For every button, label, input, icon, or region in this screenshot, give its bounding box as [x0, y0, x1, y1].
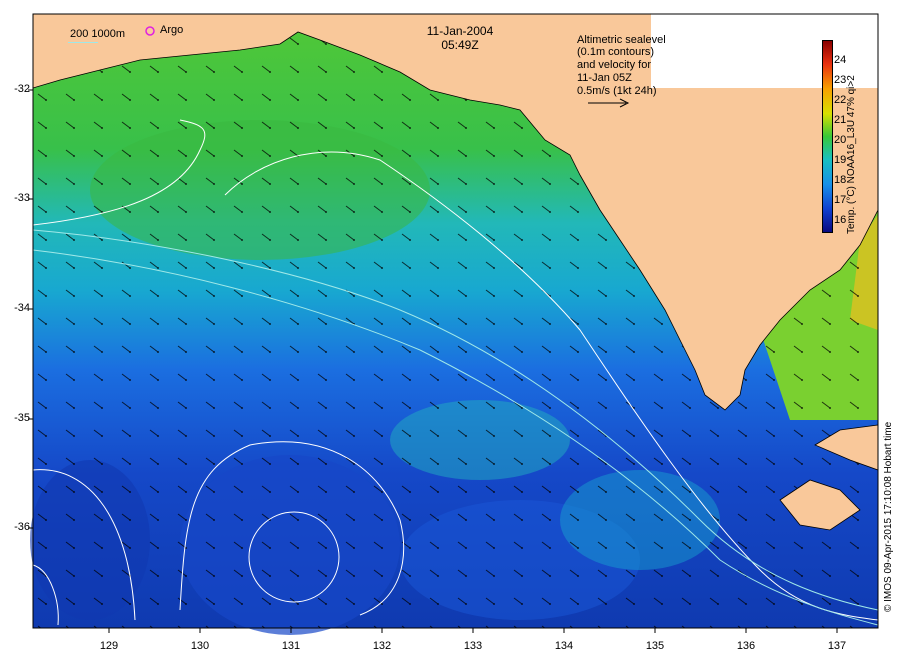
lon-label: 134: [554, 640, 574, 652]
lat-label: -33: [14, 192, 30, 204]
depth-legend-label: 200 1000m: [70, 28, 126, 40]
colorbar-tick: 22: [834, 94, 847, 106]
colorbar-tick: 23: [834, 74, 847, 86]
altimetry-note-4: 11-Jan 05Z: [577, 72, 632, 84]
lon-label: 137: [827, 640, 847, 652]
colorbar-tick: 24: [834, 54, 847, 66]
lat-label: -32: [14, 83, 30, 95]
altimetry-note-5: 0.5m/s (1kt 24h): [577, 85, 657, 97]
colorbar-tick: 19: [834, 154, 847, 166]
lon-label: 131: [281, 640, 301, 652]
lon-label: 133: [463, 640, 483, 652]
colorbar-label: Temp. (°C) NOAA16_L3U 47% qi>2: [846, 75, 857, 234]
lon-label: 135: [645, 640, 665, 652]
map-time: 05:49Z: [441, 38, 479, 52]
lat-label: -35: [14, 412, 30, 424]
argo-label: Argo: [160, 24, 184, 36]
colorbar-tick: 16: [834, 214, 847, 226]
lon-label: 129: [99, 640, 119, 652]
colorbar-tick: 20: [834, 134, 847, 146]
colorbar-tick: 18: [834, 174, 847, 186]
map-date: 11-Jan-2004: [426, 24, 494, 38]
lat-label: -34: [14, 302, 30, 314]
colorbar-tick: 17: [834, 194, 847, 206]
lon-label: 136: [736, 640, 756, 652]
depth-legend-line-200: [68, 42, 98, 43]
lon-label: 132: [372, 640, 392, 652]
colorbar-tick: 21: [834, 114, 847, 126]
credit-text: © IMOS 09-Apr-2015 17:10:08 Hobart time: [883, 421, 894, 612]
altimetry-note-2: (0.1m contours): [577, 46, 655, 58]
altimetry-note-3: and velocity for: [577, 59, 651, 71]
sst-map: [28, 13, 879, 635]
lon-label: 130: [190, 640, 210, 652]
temperature-colorbar: [822, 40, 833, 233]
lat-label: -36: [14, 521, 30, 533]
